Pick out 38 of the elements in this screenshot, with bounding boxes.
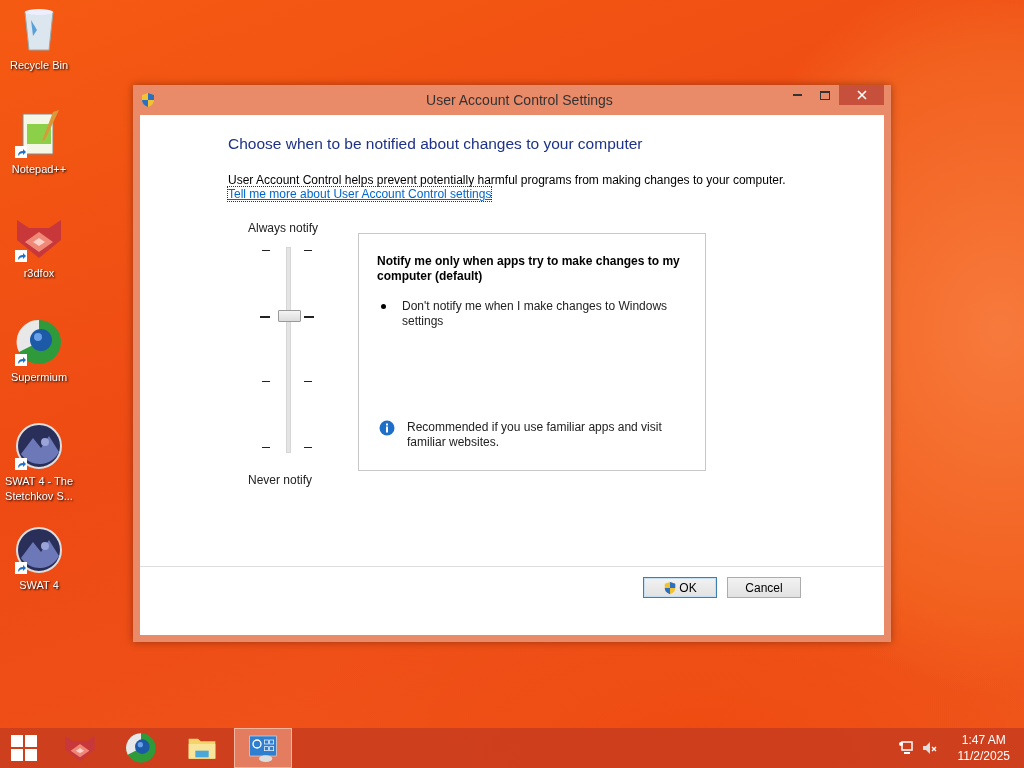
bullet-text: Don't notify me when I make changes to Windows settings bbox=[402, 299, 669, 329]
windows-logo-icon bbox=[11, 735, 37, 761]
game-icon[interactable] bbox=[15, 422, 63, 470]
maximize-icon bbox=[820, 90, 830, 100]
dialog-heading: Choose when to be notified about changes to your computer bbox=[228, 135, 644, 153]
close-icon bbox=[856, 90, 867, 100]
desktop-icon-label[interactable]: Recycle Bin bbox=[0, 58, 78, 73]
slider-top-label: Always notify bbox=[248, 221, 320, 235]
notification-slider[interactable] bbox=[278, 247, 299, 453]
clock-time[interactable]: 1:47 AM bbox=[961, 732, 1006, 748]
desktop-icon-label[interactable]: Supermium bbox=[0, 370, 78, 385]
desktop-icon-label[interactable]: SWAT 4 - The Stetchkov S... bbox=[0, 474, 78, 504]
browser-icon[interactable] bbox=[15, 318, 63, 366]
window-title: User Account Control Settings bbox=[425, 92, 614, 108]
taskbar-item[interactable] bbox=[234, 728, 292, 768]
browser-icon[interactable] bbox=[125, 732, 157, 764]
game-icon[interactable] bbox=[15, 526, 63, 574]
shield-icon bbox=[663, 580, 678, 595]
cancel-button[interactable]: Cancel bbox=[727, 577, 801, 598]
close-button[interactable] bbox=[839, 85, 884, 105]
setting-title: Notify me only when apps try to make changes to my computer (default) bbox=[377, 254, 681, 284]
bullet-icon bbox=[381, 304, 386, 309]
shield-icon bbox=[140, 92, 156, 108]
recommendation-text: Recommended if you use familiar apps and visit familiar websites. bbox=[407, 420, 663, 450]
control-panel-icon[interactable] bbox=[247, 732, 279, 764]
help-link[interactable]: Tell me more about User Account Control settings bbox=[228, 187, 492, 201]
desktop-icon-label[interactable]: SWAT 4 bbox=[0, 578, 78, 593]
ok-button[interactable]: OK bbox=[643, 577, 717, 598]
info-icon bbox=[379, 420, 395, 436]
muted-speaker-icon[interactable] bbox=[921, 740, 938, 756]
minimize-icon bbox=[792, 94, 802, 96]
slider-thumb[interactable] bbox=[278, 309, 301, 322]
network-icon[interactable] bbox=[897, 740, 914, 756]
clock-date[interactable]: 11/2/2025 bbox=[957, 748, 1010, 764]
description-text: User Account Control helps prevent potentially harmful programs from making changes to your computer. bbox=[228, 173, 787, 187]
desktop-icon-label[interactable]: Notepad++ bbox=[0, 162, 78, 177]
slider-bottom-label: Never notify bbox=[248, 473, 314, 487]
desktop-icon-label[interactable]: r3dfox bbox=[0, 266, 78, 281]
